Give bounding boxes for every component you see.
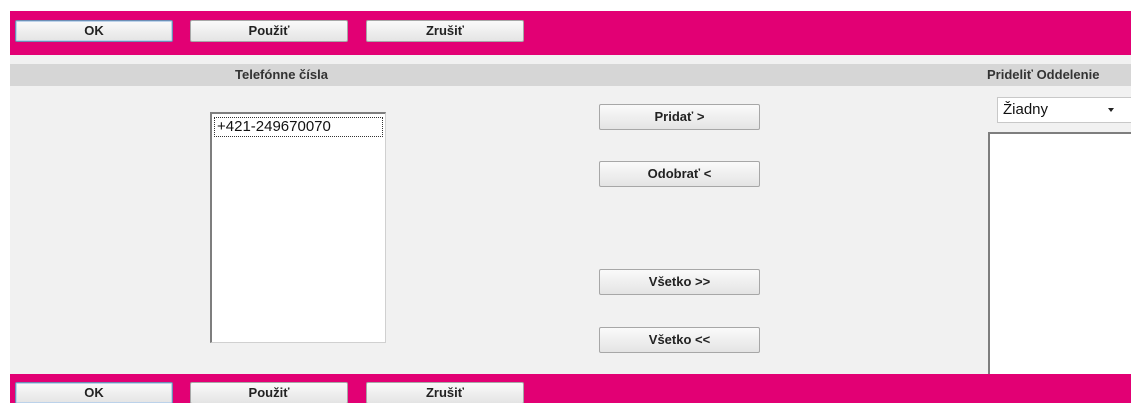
add-all-button[interactable]: Všetko >> (599, 269, 760, 295)
column-header-strip: Telefónne čísla Prideliť Oddelenie (10, 64, 1131, 86)
apply-button-bottom[interactable]: Použiť (190, 382, 348, 403)
department-select-value: Žiadny (1003, 101, 1049, 118)
add-button[interactable]: Pridať > (599, 104, 760, 130)
chevron-down-icon (1108, 108, 1114, 112)
phone-list-item[interactable]: +421-249670070 (214, 117, 383, 137)
dialog-frame: OK Použiť Zrušiť Telefónne čísla Prideli… (0, 0, 1131, 403)
ok-button-bottom[interactable]: OK (15, 382, 173, 403)
phones-column-header: Telefónne čísla (235, 67, 328, 82)
phone-numbers-listbox[interactable]: +421-249670070 (210, 112, 386, 343)
bottom-toolbar: OK Použiť Zrušiť (10, 374, 1131, 403)
cancel-button[interactable]: Zrušiť (366, 20, 524, 42)
remove-all-button[interactable]: Všetko << (599, 327, 760, 353)
assigned-numbers-listbox[interactable] (988, 132, 1131, 374)
remove-button[interactable]: Odobrať < (599, 161, 760, 187)
apply-button[interactable]: Použiť (190, 20, 348, 42)
cancel-button-bottom[interactable]: Zrušiť (366, 382, 524, 403)
main-panel: Telefónne čísla Prideliť Oddelenie +421-… (10, 55, 1131, 374)
ok-button[interactable]: OK (15, 20, 173, 42)
department-select[interactable]: Žiadny (997, 97, 1131, 123)
top-toolbar: OK Použiť Zrušiť (10, 11, 1131, 55)
assign-department-header: Prideliť Oddelenie (987, 67, 1100, 82)
